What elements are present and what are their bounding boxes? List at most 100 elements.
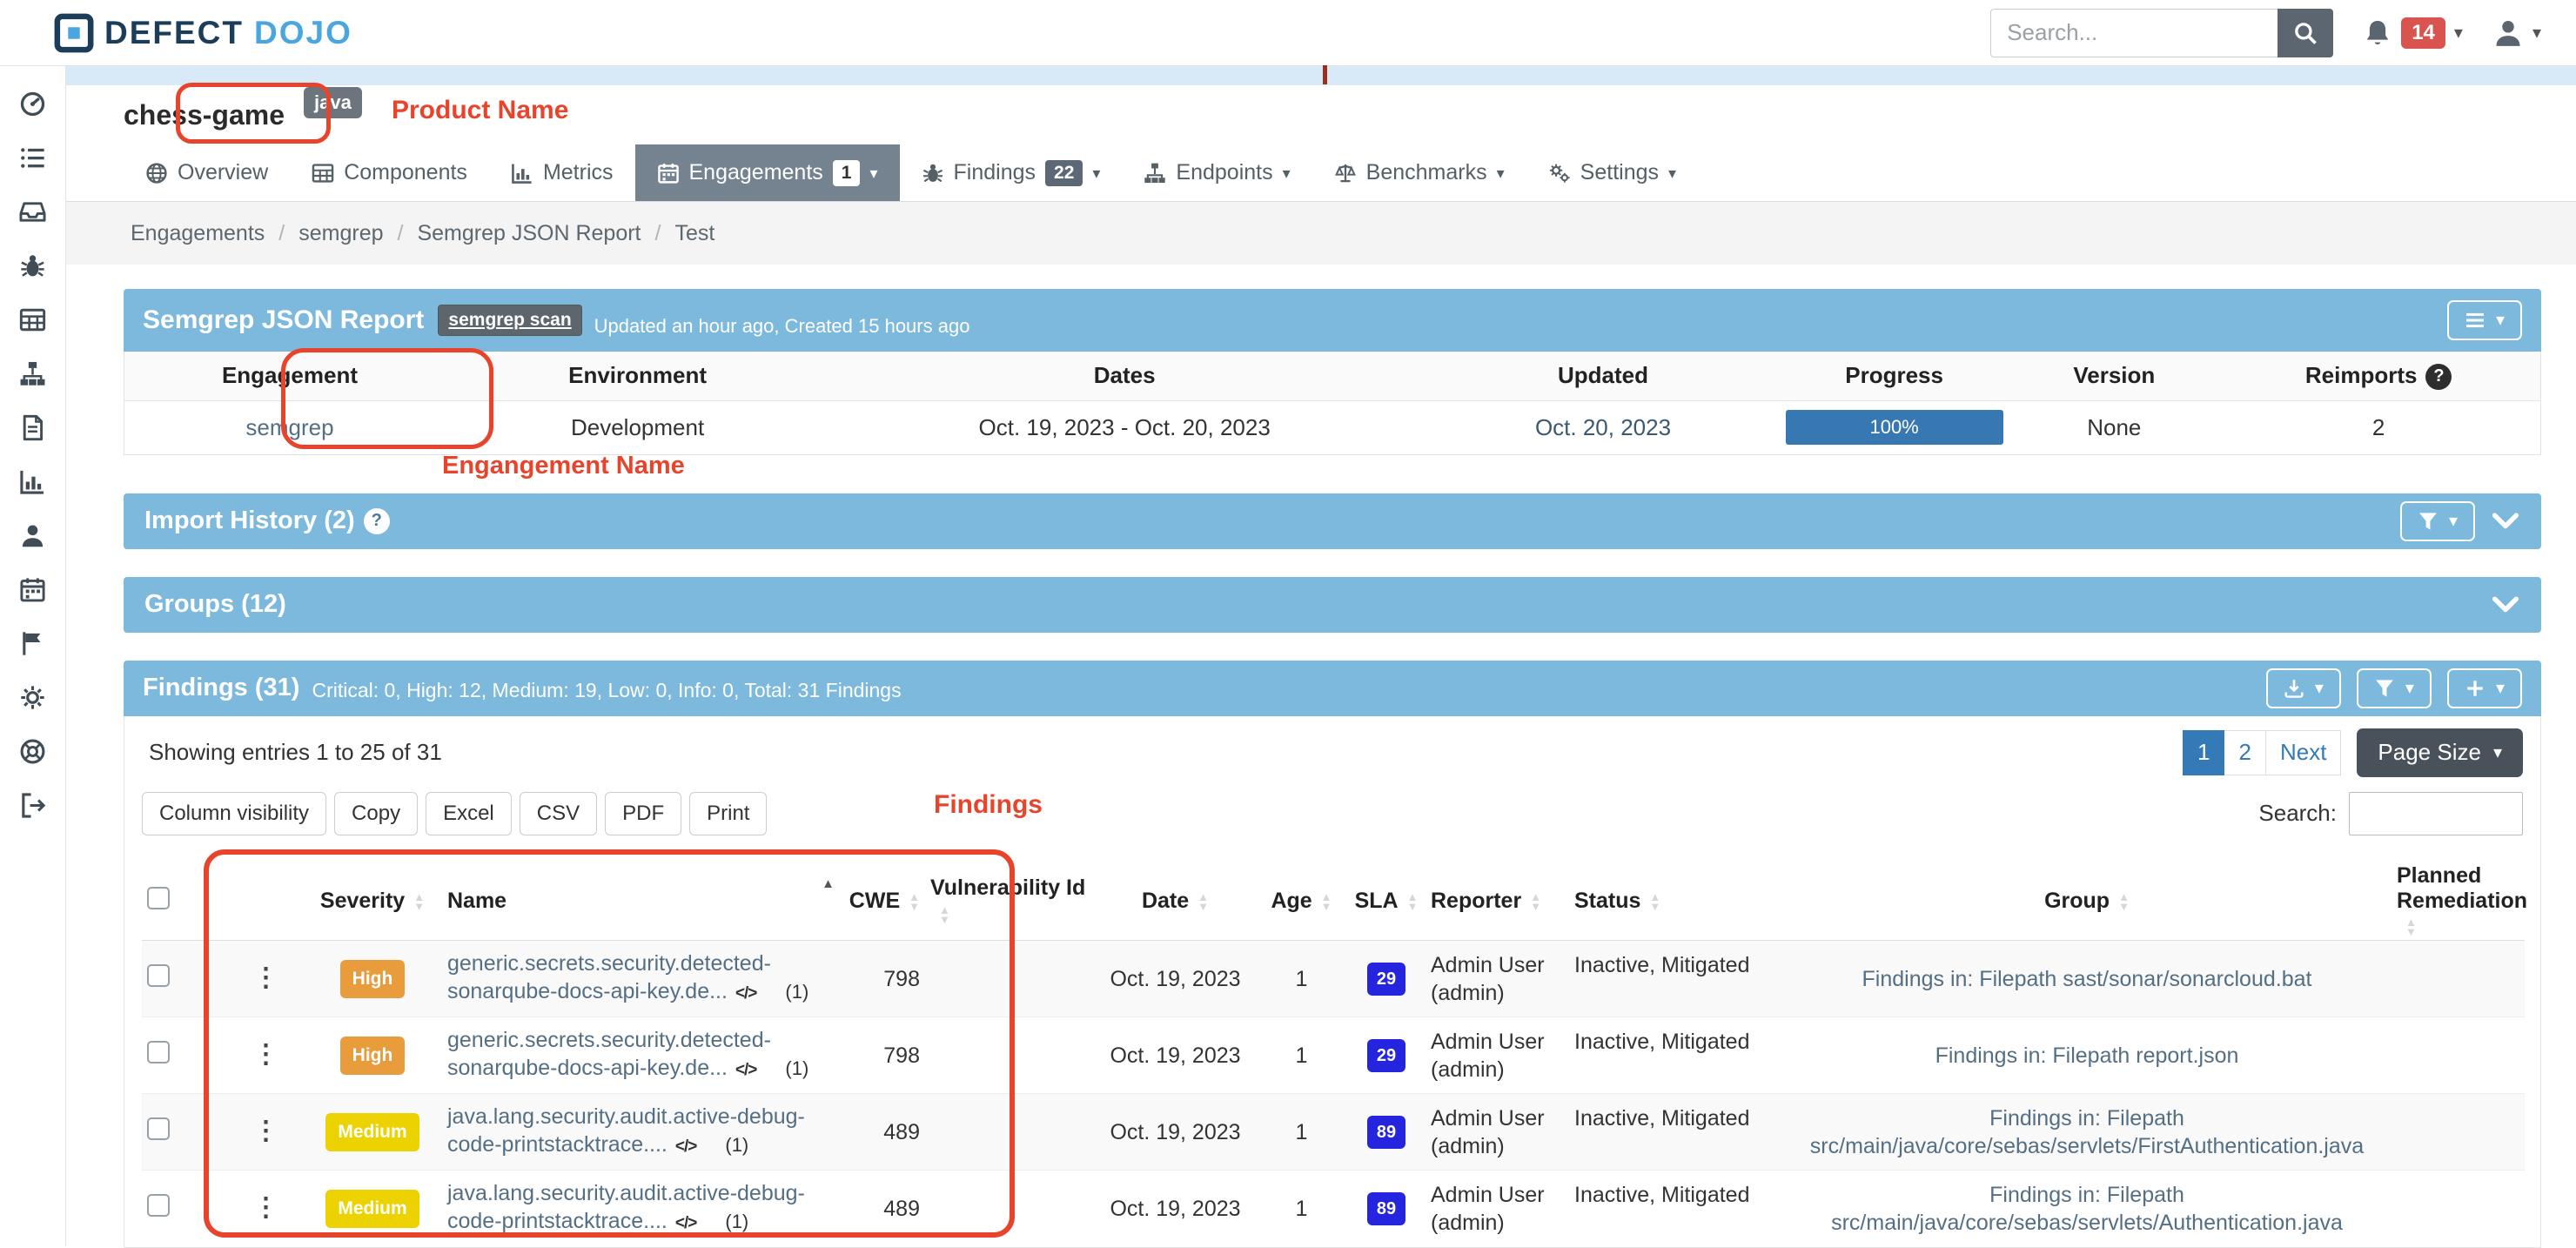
chevron-down-icon[interactable] — [2491, 590, 2520, 620]
user-menu[interactable]: ▾ — [2492, 17, 2541, 49]
brand-text-defect: DEFECT — [104, 15, 244, 51]
help-icon[interactable]: ? — [364, 508, 390, 534]
finding-group-link[interactable]: Findings in: Filepath src/main/java/core… — [1831, 1183, 2343, 1235]
sidebar-item-calendar[interactable] — [0, 562, 66, 616]
sidebar-item-questionnaires[interactable] — [0, 616, 66, 670]
column-header-name[interactable]: Name▲ — [442, 862, 838, 941]
history-icon[interactable] — [1582, 1059, 1604, 1081]
finding-name-link[interactable]: generic.secrets.security.detected-sonarq… — [447, 1028, 771, 1080]
export-button-column-visibility[interactable]: Column visibility — [142, 792, 326, 835]
breadcrumb-item[interactable]: Semgrep JSON Report — [417, 221, 641, 246]
app-logo[interactable]: DEFECTDOJO — [54, 13, 352, 53]
column-header-label: Severity — [320, 889, 405, 913]
export-button-print[interactable]: Print — [689, 792, 767, 835]
sidebar-item-reports[interactable] — [0, 400, 66, 454]
sidebar-item-logout[interactable] — [0, 778, 66, 832]
column-header-date[interactable]: Date▲▼ — [1095, 862, 1256, 941]
finding-name-link[interactable]: generic.secrets.security.detected-sonarq… — [447, 951, 771, 1003]
table-search-input[interactable] — [2349, 792, 2523, 835]
planned-remediation-cell — [2392, 941, 2525, 1017]
global-search-input[interactable] — [1990, 9, 2277, 57]
global-search-button[interactable] — [2277, 9, 2333, 57]
kebab-menu-icon[interactable]: ⋮ — [253, 1117, 279, 1145]
column-header-group[interactable]: Group▲▼ — [1782, 862, 2392, 941]
tab-components[interactable]: Components — [290, 144, 489, 201]
breadcrumb-item[interactable]: semgrep — [299, 221, 383, 246]
findings-export-button[interactable]: ▾ — [2266, 668, 2341, 708]
sidebar-item-products[interactable] — [0, 131, 66, 185]
column-header-reporter[interactable]: Reporter▲▼ — [1426, 862, 1569, 941]
tab-overview[interactable]: Overview — [124, 144, 290, 201]
import-history-panel[interactable]: Import History (2) ? ▾ — [124, 493, 2541, 549]
kebab-menu-icon[interactable]: ⋮ — [253, 963, 279, 992]
cwe-link[interactable]: 798 — [856, 967, 920, 991]
finding-select-checkbox[interactable] — [147, 1194, 170, 1217]
finding-group-link[interactable]: Findings in: Filepath src/main/java/core… — [1810, 1106, 2364, 1158]
finding-select-checkbox[interactable] — [147, 964, 170, 987]
column-header-vulnerability-id[interactable]: Vulnerability Id▲▼ — [925, 862, 1095, 941]
row-actions-cell: ⋮ — [229, 941, 303, 1017]
scan-type-badge[interactable]: semgrep scan — [438, 305, 581, 336]
breadcrumb-separator: / — [278, 221, 285, 246]
updated-date-link[interactable]: Oct. 20, 2023 — [1535, 414, 1671, 440]
history-icon[interactable] — [1582, 1136, 1604, 1157]
sidebar-item-users[interactable] — [0, 508, 66, 562]
finding-name-link[interactable]: java.lang.security.audit.active-debug-co… — [447, 1104, 805, 1157]
kebab-menu-icon[interactable]: ⋮ — [253, 1193, 279, 1222]
page-size-button[interactable]: Page Size ▾ — [2357, 728, 2523, 777]
column-header-cwe[interactable]: CWE▲▼ — [838, 862, 925, 941]
sidebar-item-help[interactable] — [0, 724, 66, 778]
sidebar-item-engagements[interactable] — [0, 185, 66, 238]
cwe-link[interactable]: 798 — [856, 1043, 920, 1068]
export-button-excel[interactable]: Excel — [426, 792, 512, 835]
finding-group-link[interactable]: Findings in: Filepath sast/sonar/sonarcl… — [1862, 967, 2312, 991]
select-all-checkbox[interactable] — [147, 887, 170, 909]
sidebar-item-metrics[interactable] — [0, 454, 66, 508]
summary-cell-engagement: semgrep — [124, 400, 455, 454]
tab-endpoints[interactable]: Endpoints▾ — [1122, 144, 1311, 201]
export-button-copy[interactable]: Copy — [334, 792, 418, 835]
sidebar-item-endpoints[interactable] — [0, 346, 66, 400]
sidebar-item-dashboard[interactable] — [0, 77, 66, 131]
report-actions-menu-button[interactable]: ▾ — [2447, 300, 2522, 340]
tab-metrics[interactable]: Metrics — [489, 144, 635, 201]
chevron-down-icon[interactable] — [2491, 507, 2520, 536]
page-button-2[interactable]: 2 — [2224, 730, 2265, 775]
export-button-csv[interactable]: CSV — [520, 792, 597, 835]
cwe-link[interactable]: 489 — [856, 1120, 920, 1144]
column-header-sla[interactable]: SLA▲▼ — [1347, 862, 1426, 941]
sla-badge: 89 — [1367, 1192, 1405, 1225]
notifications-menu[interactable]: 14 ▾ — [2363, 17, 2463, 49]
next-page-button[interactable]: Next — [2266, 730, 2341, 775]
page-button-1[interactable]: 1 — [2183, 730, 2224, 775]
groups-panel[interactable]: Groups (12) — [124, 577, 2541, 633]
finding-select-checkbox[interactable] — [147, 1117, 170, 1140]
finding-select-checkbox[interactable] — [147, 1041, 170, 1063]
tab-settings[interactable]: Settings▾ — [1526, 144, 1698, 201]
breadcrumb-item[interactable]: Engagements — [131, 221, 265, 246]
finding-name-link[interactable]: java.lang.security.audit.active-debug-co… — [447, 1181, 805, 1233]
sidebar-item-findings[interactable] — [0, 238, 66, 292]
tab-benchmarks[interactable]: Benchmarks▾ — [1312, 144, 1526, 201]
tab-engagements[interactable]: Engagements1▾ — [635, 144, 900, 201]
severity-badge: High — [340, 1037, 406, 1075]
tab-findings[interactable]: Findings22▾ — [900, 144, 1123, 201]
column-header-age[interactable]: Age▲▼ — [1256, 862, 1347, 941]
sidebar-item-configuration[interactable] — [0, 670, 66, 724]
column-header-planned-remediation[interactable]: Planned Remediation▲▼ — [2392, 862, 2525, 941]
sidebar-item-components[interactable] — [0, 292, 66, 346]
export-button-pdf[interactable]: PDF — [605, 792, 681, 835]
caret-down-icon: ▾ — [2449, 513, 2458, 530]
engagement-link[interactable]: semgrep — [245, 414, 333, 440]
history-icon[interactable] — [1582, 1213, 1604, 1235]
import-history-filter-button[interactable]: ▾ — [2400, 501, 2475, 541]
kebab-menu-icon[interactable]: ⋮ — [253, 1040, 279, 1069]
findings-filter-button[interactable]: ▾ — [2357, 668, 2432, 708]
column-header-status[interactable]: Status▲▼ — [1569, 862, 1782, 941]
help-icon[interactable]: ? — [2425, 364, 2452, 390]
finding-group-link[interactable]: Findings in: Filepath report.json — [1935, 1043, 2239, 1068]
cwe-link[interactable]: 489 — [856, 1197, 920, 1221]
column-header-severity[interactable]: Severity▲▼ — [303, 862, 442, 941]
add-finding-button[interactable]: ▾ — [2447, 668, 2522, 708]
history-icon[interactable] — [1582, 983, 1604, 1004]
